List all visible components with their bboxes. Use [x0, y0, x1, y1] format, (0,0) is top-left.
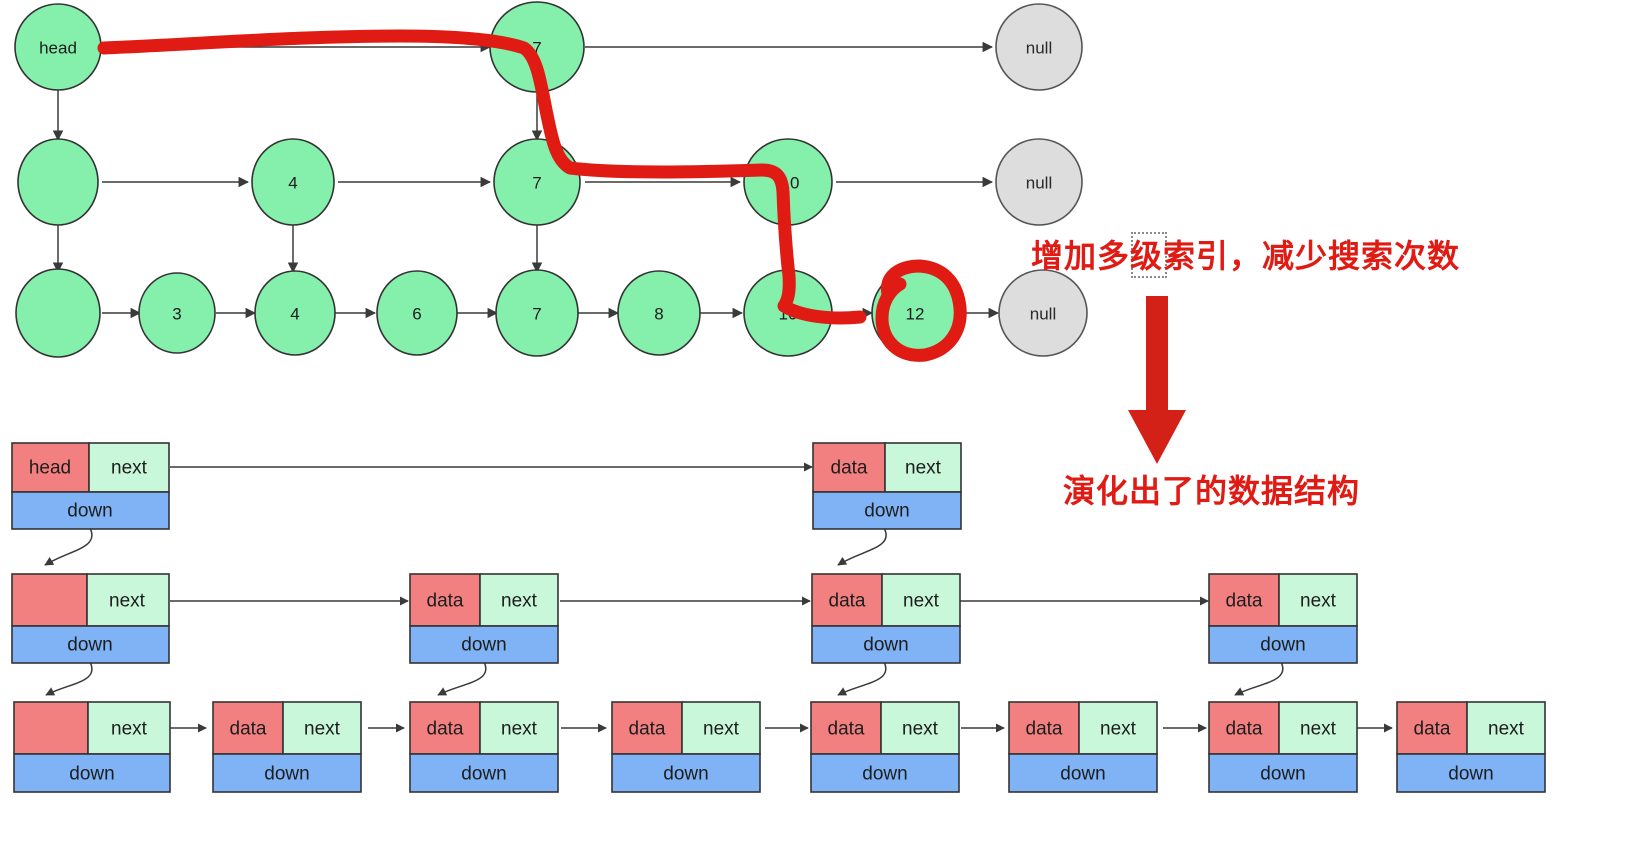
- struct-node-l2-3-next: next: [1300, 591, 1337, 612]
- struct-node-l2-1-down: down: [461, 635, 506, 656]
- struct-node-l3-5-data: data: [1026, 719, 1063, 740]
- level2-node-7[interactable]: 7: [493, 138, 581, 226]
- struct-node-l3-4-next: next: [902, 719, 939, 740]
- level3-node-6[interactable]: 6: [376, 270, 458, 356]
- struct-node-l2-0-next: next: [109, 591, 146, 612]
- level3-node-7-label: 7: [532, 305, 541, 324]
- struct-node-l3-4[interactable]: data next down: [810, 701, 960, 793]
- struct-node-l3-1-data: data: [230, 719, 267, 740]
- level3-node-3[interactable]: 3: [138, 272, 216, 354]
- annotation-evolved-structure-text: 演化出了的数据结构: [1063, 473, 1361, 509]
- level2-node-4[interactable]: 4: [251, 138, 335, 226]
- level2-node-head[interactable]: [17, 138, 99, 226]
- level3-node-8-label: 8: [654, 305, 663, 324]
- diagram-canvas: head 7 null 4 7 10 null 3 4 6 7 8 10 12 …: [0, 0, 1646, 848]
- level3-node-7[interactable]: 7: [495, 269, 579, 357]
- level3-node-3-label: 3: [172, 305, 181, 324]
- struct-node-l1-1-down: down: [864, 501, 909, 522]
- struct-node-l3-0[interactable]: next down: [13, 701, 171, 793]
- struct-node-l3-2-next: next: [501, 719, 538, 740]
- struct-node-l3-6-data: data: [1226, 719, 1263, 740]
- struct-node-l3-2[interactable]: data next down: [409, 701, 559, 793]
- struct-node-l2-1-next: next: [501, 591, 538, 612]
- struct-node-l3-4-data: data: [828, 719, 865, 740]
- struct-node-l2-3-down: down: [1260, 635, 1305, 656]
- annotation-add-index-text: 增加多级索引，减少搜索次数: [1031, 238, 1461, 274]
- struct-node-l3-5[interactable]: data next down: [1008, 701, 1158, 793]
- level3-node-8[interactable]: 8: [617, 270, 701, 356]
- struct-node-l3-3-data: data: [629, 719, 666, 740]
- struct-node-l2-0[interactable]: next down: [11, 573, 170, 664]
- struct-node-l3-0-next: next: [111, 719, 148, 740]
- down-links: [52, 85, 794, 274]
- struct-node-l2-3[interactable]: data next down: [1208, 573, 1358, 664]
- struct-node-l1-0-down: down: [67, 501, 112, 522]
- struct-node-l3-5-down: down: [1060, 764, 1105, 785]
- level1-node-null: null: [995, 3, 1083, 91]
- struct-node-l3-7[interactable]: data next down: [1396, 701, 1546, 793]
- level3-node-null: null: [998, 269, 1088, 357]
- struct-node-l2-2-next: next: [903, 591, 940, 612]
- struct-node-l3-2-down: down: [461, 764, 506, 785]
- struct-node-l3-0-down: down: [69, 764, 114, 785]
- struct-node-l2-1-data: data: [427, 591, 464, 612]
- struct-node-l3-7-next: next: [1488, 719, 1525, 740]
- level3-node-head[interactable]: [15, 268, 101, 358]
- level3-node-null-label: null: [1030, 305, 1056, 324]
- struct-node-l2-3-data: data: [1226, 591, 1263, 612]
- level3-node-6-label: 6: [412, 305, 421, 324]
- struct-node-l3-7-data: data: [1414, 719, 1451, 740]
- struct-node-l1-1-data: data: [831, 458, 868, 479]
- level3-node-4[interactable]: 4: [254, 270, 336, 356]
- struct-node-l3-2-data: data: [427, 719, 464, 740]
- level2-node-7-label: 7: [532, 174, 541, 193]
- struct-down-curves: [44, 527, 1284, 696]
- struct-node-l3-5-next: next: [1100, 719, 1137, 740]
- level2-node-null: null: [995, 138, 1083, 226]
- struct-node-l3-4-down: down: [862, 764, 907, 785]
- level1-node-head[interactable]: head: [14, 3, 102, 91]
- struct-node-l2-0-down: down: [67, 635, 112, 656]
- struct-node-l3-6-down: down: [1260, 764, 1305, 785]
- level1-node-head-label: head: [39, 39, 77, 58]
- struct-node-l1-0-data: head: [29, 458, 71, 479]
- struct-node-l2-2[interactable]: data next down: [811, 573, 961, 664]
- struct-node-l2-1[interactable]: data next down: [409, 573, 559, 664]
- struct-node-l3-3-down: down: [663, 764, 708, 785]
- annotation-down-arrow-icon: [1128, 296, 1186, 464]
- struct-node-l3-7-down: down: [1448, 764, 1493, 785]
- struct-node-l3-1-next: next: [304, 719, 341, 740]
- skiplist-svg: head 7 null 4 7 10 null 3 4 6 7 8 10 12 …: [11, 1, 1546, 793]
- struct-node-l1-0-next: next: [111, 458, 148, 479]
- struct-node-l1-1-next: next: [905, 458, 942, 479]
- struct-node-l3-1-down: down: [264, 764, 309, 785]
- struct-node-l3-3-next: next: [703, 719, 740, 740]
- struct-node-l2-2-data: data: [829, 591, 866, 612]
- level2-node-4-label: 4: [288, 174, 297, 193]
- level1-node-null-label: null: [1026, 39, 1052, 58]
- level3-node-12-label: 12: [906, 305, 925, 324]
- struct-node-l2-2-down: down: [863, 635, 908, 656]
- struct-node-l3-6-next: next: [1300, 719, 1337, 740]
- struct-node-l3-1[interactable]: data next down: [212, 701, 362, 793]
- struct-node-l1-1[interactable]: data next down: [812, 442, 962, 530]
- struct-node-l1-0[interactable]: head next down: [11, 442, 170, 530]
- struct-node-l3-3[interactable]: data next down: [611, 701, 761, 793]
- struct-node-l3-6[interactable]: data next down: [1208, 701, 1358, 793]
- level3-node-4-label: 4: [290, 305, 299, 324]
- level2-node-null-label: null: [1026, 174, 1052, 193]
